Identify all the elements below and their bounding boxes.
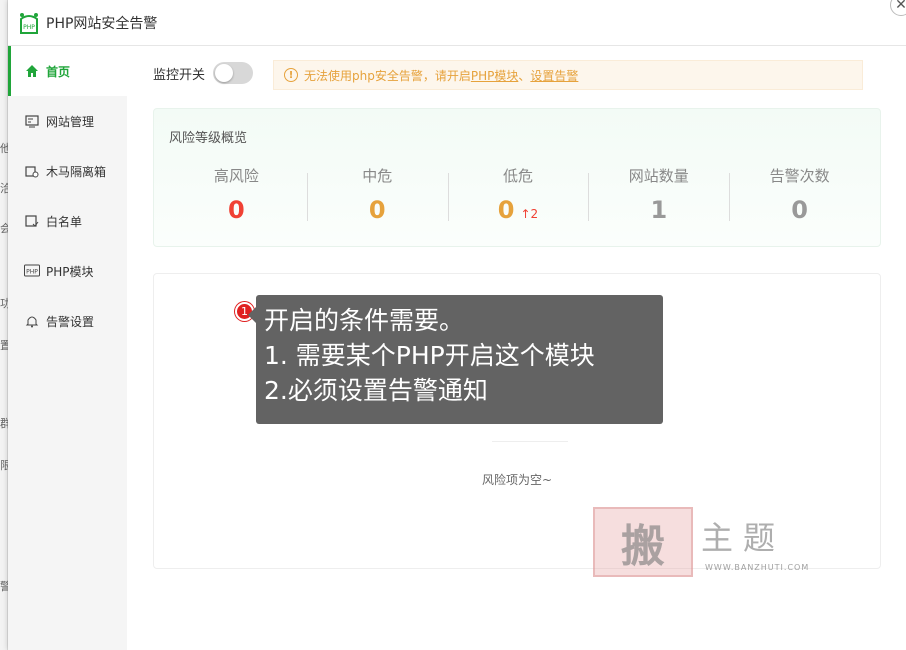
watermark-logo: 搬 [593,507,693,577]
title-bar: PHP PHP网站安全告警 [8,0,906,46]
monitor-toggle-label: 监控开关 [153,67,206,83]
stats-row: 高风险 0 中危 0 低危 0 ↑2 网站数量 1 告警次数 0 [166,165,870,224]
sidebar-item-whitelist[interactable]: 白名单 [8,196,127,246]
php-module-link[interactable]: PHP模块 [471,67,519,84]
sidebar-item-sites[interactable]: 网站管理 [8,96,127,146]
background-window-edge: 他洽会功置群限警 [0,0,11,650]
quarantine-icon [24,163,40,179]
stat-value[interactable]: 0 [729,196,870,224]
stat-value[interactable]: 0 [498,196,515,224]
notice-separator: 、 [518,68,531,83]
home-icon [24,63,40,79]
sidebar-item-label: 首页 [46,64,71,79]
close-icon: ✕ [895,0,906,13]
stat-alert-count: 告警次数 0 [729,165,870,224]
tooltip-line: 1. 需要某个PHP开启这个模块 [264,341,595,370]
stat-medium-risk: 中危 0 [306,165,448,224]
site-icon [24,113,40,129]
sidebar-item-label: 木马隔离箱 [46,164,107,179]
annotation-tooltip: 开启的条件需要。 1. 需要某个PHP开启这个模块 2.必须设置告警通知 [248,295,663,424]
bell-icon [24,313,40,329]
alert-settings-link[interactable]: 设置告警 [530,67,578,84]
monitor-toggle[interactable] [213,62,254,84]
stat-value[interactable]: 1 [588,196,729,224]
svg-text:PHP: PHP [23,24,35,31]
trend-badge: ↑2 [520,207,539,221]
php-icon: PHP [24,263,40,279]
watermark: 搬 主题 WWW.BANZHUTI.COM [593,507,823,577]
stat-label: 告警次数 [769,167,830,185]
stat-low-risk: 低危 0 ↑2 [447,165,589,224]
stat-label: 中危 [362,167,393,185]
whitelist-icon [24,213,40,229]
empty-illustration [492,432,568,442]
sidebar-item-home[interactable]: 首页 [8,46,127,96]
sidebar: 首页 网站管理 木马隔离箱 白名单 PHP PHP模块 告警设置 [8,46,127,650]
stat-site-count: 网站数量 1 [588,165,729,224]
watermark-text: 主题 [701,519,786,557]
tooltip-line: 开启的条件需要。 [264,306,465,335]
stat-value[interactable]: 0 [166,196,307,224]
stat-label: 低危 [502,167,533,185]
sidebar-item-php-modules[interactable]: PHP PHP模块 [8,246,127,296]
sidebar-item-alert-settings[interactable]: 告警设置 [8,296,127,346]
sidebar-item-label: PHP模块 [46,264,94,279]
notice-text: 无法使用php安全告警，请开启 [304,68,471,83]
empty-state-text: 风险项为空~ [481,473,553,487]
stat-label: 高风险 [213,167,259,185]
warning-notice: ! 无法使用php安全告警，请开启 PHP模块、设置告警 [273,60,863,90]
sidebar-item-quarantine[interactable]: 木马隔离箱 [8,146,127,196]
window-title: PHP网站安全告警 [46,15,158,32]
svg-text:PHP: PHP [26,269,38,276]
tooltip-line: 2.必须设置告警通知 [264,376,488,405]
toggle-knob [215,64,234,82]
sidebar-item-label: 网站管理 [46,114,95,129]
watermark-url: WWW.BANZHUTI.COM [705,563,810,572]
sidebar-item-label: 告警设置 [46,314,95,329]
sidebar-item-label: 白名单 [46,214,83,229]
stat-value[interactable]: 0 [307,196,448,224]
stat-label: 网站数量 [628,167,689,185]
warning-icon: ! [284,68,298,82]
overview-title: 风险等级概览 [169,131,248,146]
php-logo-icon: PHP [20,12,38,34]
monitor-toggle-row: 监控开关 [153,62,254,84]
risk-overview-panel: 风险等级概览 高风险 0 中危 0 低危 0 ↑2 网站数量 1 告警次数 0 [153,108,881,247]
stat-high-risk: 高风险 0 [166,165,307,224]
